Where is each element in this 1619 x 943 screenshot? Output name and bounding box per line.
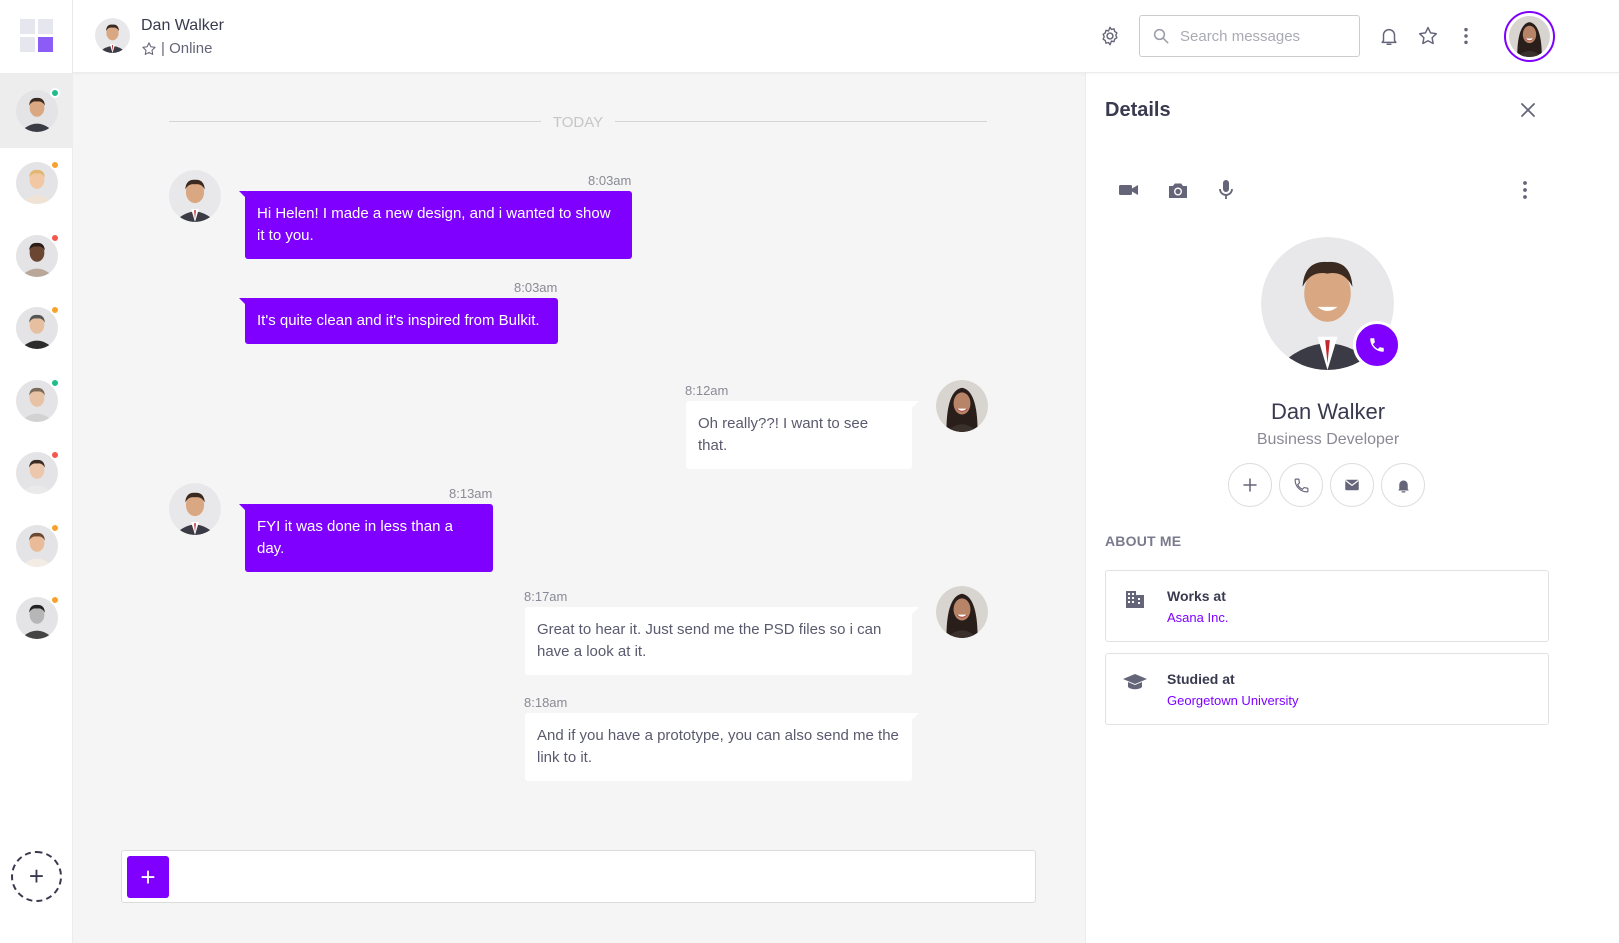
- message-time: 8:03am: [514, 280, 558, 295]
- chat-area: TODAY 8:03am Hi Helen! I made a new desi…: [73, 73, 1085, 943]
- profile-photo: [1261, 237, 1401, 370]
- works-at-link[interactable]: Asana Inc.: [1167, 610, 1228, 625]
- avatar-portrait: [1509, 16, 1550, 57]
- call-button[interactable]: [1353, 321, 1401, 369]
- message-time: 8:03am: [588, 173, 632, 188]
- status-text: | Online: [161, 40, 213, 57]
- works-at-card: Works at Asana Inc.: [1105, 570, 1549, 642]
- message-composer: +: [121, 850, 1036, 903]
- details-title: Details: [1105, 99, 1171, 121]
- plus-icon: [1243, 478, 1257, 492]
- studied-at-card: Studied at Georgetown University: [1105, 653, 1549, 725]
- close-icon[interactable]: [1517, 99, 1539, 121]
- status-dot: [49, 232, 60, 243]
- dan-walker-avatar[interactable]: [169, 483, 221, 535]
- contact-item[interactable]: [0, 218, 73, 293]
- message-bubble[interactable]: And if you have a prototype, you can als…: [525, 713, 919, 781]
- microphone-icon[interactable]: [1213, 177, 1239, 203]
- app-logo[interactable]: [20, 19, 54, 53]
- add-button[interactable]: [1228, 463, 1272, 507]
- status-dot: [49, 595, 60, 605]
- works-at-label: Works at: [1167, 588, 1226, 604]
- camera-icon[interactable]: [1165, 177, 1191, 203]
- contact-avatar: [15, 377, 60, 422]
- favorite-star-icon[interactable]: [1416, 24, 1440, 48]
- profile-role: Business Developer: [1256, 431, 1400, 448]
- profile-name: Dan Walker: [1270, 399, 1386, 424]
- top-bar: Dan Walker | Online: [73, 0, 1619, 73]
- status-dot: [49, 450, 60, 460]
- day-label: TODAY: [552, 114, 604, 131]
- dan-walker-avatar[interactable]: [169, 170, 221, 222]
- building-icon: [1122, 586, 1148, 612]
- message-bubble[interactable]: FYI it was done in less than a day.: [239, 504, 493, 572]
- details-panel: Details Dan Walker Business Developer AB…: [1085, 73, 1619, 943]
- phone-button[interactable]: [1279, 463, 1323, 507]
- contact-name: Dan Walker: [141, 17, 224, 34]
- mail-icon: [1345, 479, 1359, 491]
- user-message-avatar[interactable]: [936, 380, 988, 432]
- contact-avatar: [15, 450, 60, 494]
- message-bubble[interactable]: Oh really??! I want to see that.: [686, 401, 919, 469]
- phone-icon: [1370, 338, 1384, 352]
- bell-icon: [1397, 480, 1409, 493]
- status-dot: [49, 160, 60, 170]
- contact-item[interactable]: [0, 363, 73, 438]
- studied-at-label: Studied at: [1167, 671, 1235, 687]
- message-time: 8:18am: [524, 695, 568, 710]
- about-heading: ABOUT ME: [1105, 533, 1182, 549]
- message-time: 8:13am: [449, 486, 493, 501]
- phone-icon: [1294, 478, 1308, 492]
- notify-button[interactable]: [1381, 463, 1425, 507]
- contact-item[interactable]: [0, 73, 73, 148]
- message-time: 8:12am: [685, 383, 729, 398]
- avatar-portrait: [95, 18, 130, 53]
- contact-avatar: [15, 160, 60, 204]
- contacts-rail: +: [0, 0, 73, 943]
- contact-item[interactable]: [0, 291, 73, 366]
- message-time: 8:17am: [524, 589, 568, 604]
- message-input[interactable]: [177, 857, 1027, 897]
- add-contact-button[interactable]: +: [11, 851, 62, 902]
- bell-icon[interactable]: [1377, 24, 1401, 48]
- email-button[interactable]: [1330, 463, 1374, 507]
- star-icon[interactable]: [141, 41, 157, 57]
- status-dot: [49, 377, 60, 388]
- contact-item[interactable]: [0, 581, 73, 656]
- status-dot: [49, 522, 60, 533]
- graduation-cap-icon: [1122, 669, 1148, 695]
- status-dot: [49, 87, 60, 98]
- contact-item[interactable]: [0, 508, 73, 583]
- message-bubble[interactable]: Hi Helen! I made a new design, and i wan…: [239, 191, 632, 259]
- settings-icon[interactable]: [1098, 24, 1122, 48]
- contact-avatar: [15, 595, 60, 639]
- contact-avatar[interactable]: [95, 18, 130, 53]
- contact-status: | Online: [141, 40, 212, 57]
- user-message-avatar[interactable]: [936, 586, 988, 638]
- search-icon: [1153, 28, 1169, 44]
- search-input[interactable]: [1180, 16, 1355, 56]
- day-divider: TODAY: [169, 113, 987, 133]
- user-avatar[interactable]: [1504, 11, 1555, 62]
- studied-at-link[interactable]: Georgetown University: [1167, 693, 1299, 708]
- contact-avatar: [15, 305, 60, 349]
- message-bubble[interactable]: It's quite clean and it's inspired from …: [239, 298, 558, 344]
- more-vertical-icon[interactable]: [1512, 177, 1538, 203]
- video-camera-icon[interactable]: [1116, 177, 1142, 203]
- more-vertical-icon[interactable]: [1454, 24, 1478, 48]
- message-bubble[interactable]: Great to hear it. Just send me the PSD f…: [525, 607, 919, 675]
- attach-button[interactable]: +: [127, 856, 169, 898]
- contact-avatar: [15, 87, 60, 132]
- contact-avatar: [15, 522, 60, 567]
- contact-item[interactable]: [0, 146, 73, 221]
- search-box: [1139, 15, 1360, 57]
- contact-avatar: [15, 232, 60, 277]
- status-dot: [49, 305, 60, 315]
- contact-item[interactable]: [0, 436, 73, 511]
